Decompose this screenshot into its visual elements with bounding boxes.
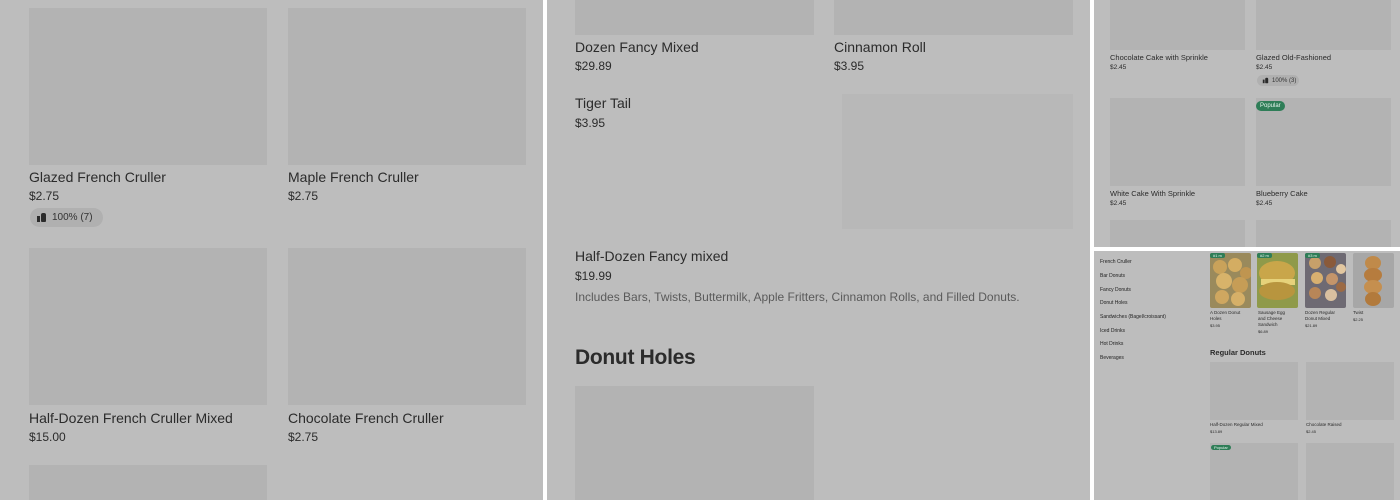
item-image-next[interactable] xyxy=(29,465,267,500)
item-name[interactable]: Chocolate Raised xyxy=(1306,422,1342,427)
nav-item-fancy-donuts[interactable]: Fancy Donuts xyxy=(1100,287,1131,293)
item-price: $2.45 xyxy=(1110,64,1127,71)
item-image-white-cake-sprinkle[interactable] xyxy=(1110,98,1245,186)
item-price: $2.75 xyxy=(29,189,60,203)
item-name[interactable]: Maple French Cruller xyxy=(288,169,419,185)
item-price: $2.45 xyxy=(1110,200,1127,207)
item-name[interactable]: Tiger Tail xyxy=(575,95,631,111)
popular-badge: Popular xyxy=(1256,101,1285,111)
item-price: $2.45 xyxy=(1256,200,1273,207)
item-name[interactable]: Dozen Fancy Mixed xyxy=(575,39,699,55)
rating-badge: 100% (7) xyxy=(30,208,103,227)
menu-panel-overview: French Cruller Bar Donuts Fancy Donuts D… xyxy=(1094,251,1400,500)
item-price: $2.45 xyxy=(1306,429,1317,434)
featured-name[interactable]: Sandwich xyxy=(1258,322,1278,327)
item-name[interactable]: Half-Dozen French Cruller Mixed xyxy=(29,410,233,426)
featured-name[interactable]: Donut Mixed xyxy=(1305,316,1330,321)
item-price: $19.99 xyxy=(575,269,612,283)
item-price: $2.45 xyxy=(1256,64,1273,71)
rank-badge: #2 m xyxy=(1257,253,1272,258)
rating-text: 100% (3) xyxy=(1272,77,1297,84)
featured-name[interactable]: A Dozen Donut xyxy=(1210,310,1240,315)
item-image-next-left[interactable] xyxy=(1210,443,1298,500)
item-image-dozen-fancy-mixed[interactable] xyxy=(575,0,814,35)
menu-panel-cake: Chocolate Cake with Sprinkle $2.45 Glaze… xyxy=(1094,0,1400,247)
item-name[interactable]: Blueberry Cake xyxy=(1256,189,1308,198)
featured-name[interactable]: Dozen Regular xyxy=(1305,310,1335,315)
item-image-half-dozen-regular[interactable] xyxy=(1210,362,1298,420)
nav-item-french-cruller[interactable]: French Cruller xyxy=(1100,259,1132,265)
item-image-tiger-tail[interactable] xyxy=(842,94,1073,229)
featured-image-dozen-mixed[interactable] xyxy=(1305,253,1346,308)
featured-price: $21.89 xyxy=(1305,323,1318,328)
featured-name[interactable]: and Cheese xyxy=(1258,316,1282,321)
item-price: $15.00 xyxy=(29,430,66,444)
featured-image-donut-holes[interactable] xyxy=(1210,253,1251,308)
item-image-next-right[interactable] xyxy=(1306,443,1394,500)
item-price: $3.95 xyxy=(575,116,606,130)
featured-price: $3.95 xyxy=(1210,323,1221,328)
item-image-chocolate-cake-sprinkle[interactable] xyxy=(1110,0,1245,50)
section-title-donut-holes: Donut Holes xyxy=(575,346,696,369)
item-name[interactable]: Chocolate Cake with Sprinkle xyxy=(1110,53,1208,62)
featured-name[interactable]: Sausage Egg xyxy=(1258,310,1285,315)
featured-price: $2.25 xyxy=(1353,317,1364,322)
item-price: $2.75 xyxy=(288,430,319,444)
section-title-regular-donuts: Regular Donuts xyxy=(1210,348,1266,357)
item-price: $13.89 xyxy=(1210,429,1223,434)
thumbs-up-icon xyxy=(37,213,46,222)
item-name[interactable]: Cinnamon Roll xyxy=(834,39,926,55)
popular-badge: Popular xyxy=(1211,445,1231,450)
menu-panel-fancy: Dozen Fancy Mixed $29.89 Cinnamon Roll $… xyxy=(547,0,1090,500)
item-image-glazed-old-fashioned[interactable] xyxy=(1256,0,1391,50)
item-price: $29.89 xyxy=(575,59,612,73)
item-image-donut-holes[interactable] xyxy=(575,386,814,500)
item-price: $2.75 xyxy=(288,189,319,203)
nav-item-hot-drinks[interactable]: Hot Drinks xyxy=(1100,341,1123,347)
menu-panel-cruller: Glazed French Cruller $2.75 100% (7) Map… xyxy=(0,0,543,500)
rank-badge: #1 m xyxy=(1210,253,1225,258)
item-image-blueberry-cake[interactable] xyxy=(1256,98,1391,186)
item-image-chocolate-raised[interactable] xyxy=(1306,362,1394,420)
item-image-half-dozen-french-cruller[interactable] xyxy=(29,248,267,405)
donut-holes-photo xyxy=(1213,258,1251,306)
sandwich-photo xyxy=(1259,261,1295,300)
twist-photo xyxy=(1364,256,1382,306)
featured-image-twist[interactable] xyxy=(1353,253,1394,308)
rating-text: 100% (7) xyxy=(52,212,93,223)
item-image-cinnamon-roll[interactable] xyxy=(834,0,1073,35)
featured-name[interactable]: Twist xyxy=(1353,310,1363,315)
nav-item-donut-holes[interactable]: Donut Holes xyxy=(1100,300,1128,306)
item-name[interactable]: Half-Dozen Fancy mixed xyxy=(575,248,728,264)
item-name[interactable]: White Cake With Sprinkle xyxy=(1110,189,1195,198)
item-price: $3.95 xyxy=(834,59,865,73)
item-name[interactable]: Glazed Old-Fashioned xyxy=(1256,53,1331,62)
nav-item-bar-donuts[interactable]: Bar Donuts xyxy=(1100,273,1125,279)
featured-price: $6.89 xyxy=(1258,329,1269,334)
featured-name[interactable]: Holes xyxy=(1210,316,1222,321)
item-name[interactable]: Half-Dozen Regular Mixed xyxy=(1210,422,1263,427)
dozen-mixed-photo xyxy=(1309,256,1346,301)
item-name[interactable]: Chocolate French Cruller xyxy=(288,410,444,426)
nav-item-iced-drinks[interactable]: Iced Drinks xyxy=(1100,328,1125,334)
nav-item-beverages[interactable]: Beverages xyxy=(1100,355,1124,361)
item-image-maple-french-cruller[interactable] xyxy=(288,8,526,165)
rating-badge: 100% (3) xyxy=(1257,75,1299,86)
item-image-chocolate-french-cruller[interactable] xyxy=(288,248,526,405)
item-image-next-left[interactable] xyxy=(1110,220,1245,247)
thumbs-up-icon xyxy=(1262,77,1269,84)
item-name[interactable]: Glazed French Cruller xyxy=(29,169,166,185)
item-image-glazed-french-cruller[interactable] xyxy=(29,8,267,165)
featured-image-sandwich[interactable] xyxy=(1257,253,1298,308)
item-image-next-right[interactable] xyxy=(1256,220,1391,247)
rank-badge: #3 m xyxy=(1305,253,1320,258)
nav-item-sandwiches[interactable]: Sandwiches (Bagel/croissant) xyxy=(1100,314,1166,320)
item-description: Includes Bars, Twists, Buttermilk, Apple… xyxy=(575,290,1020,304)
